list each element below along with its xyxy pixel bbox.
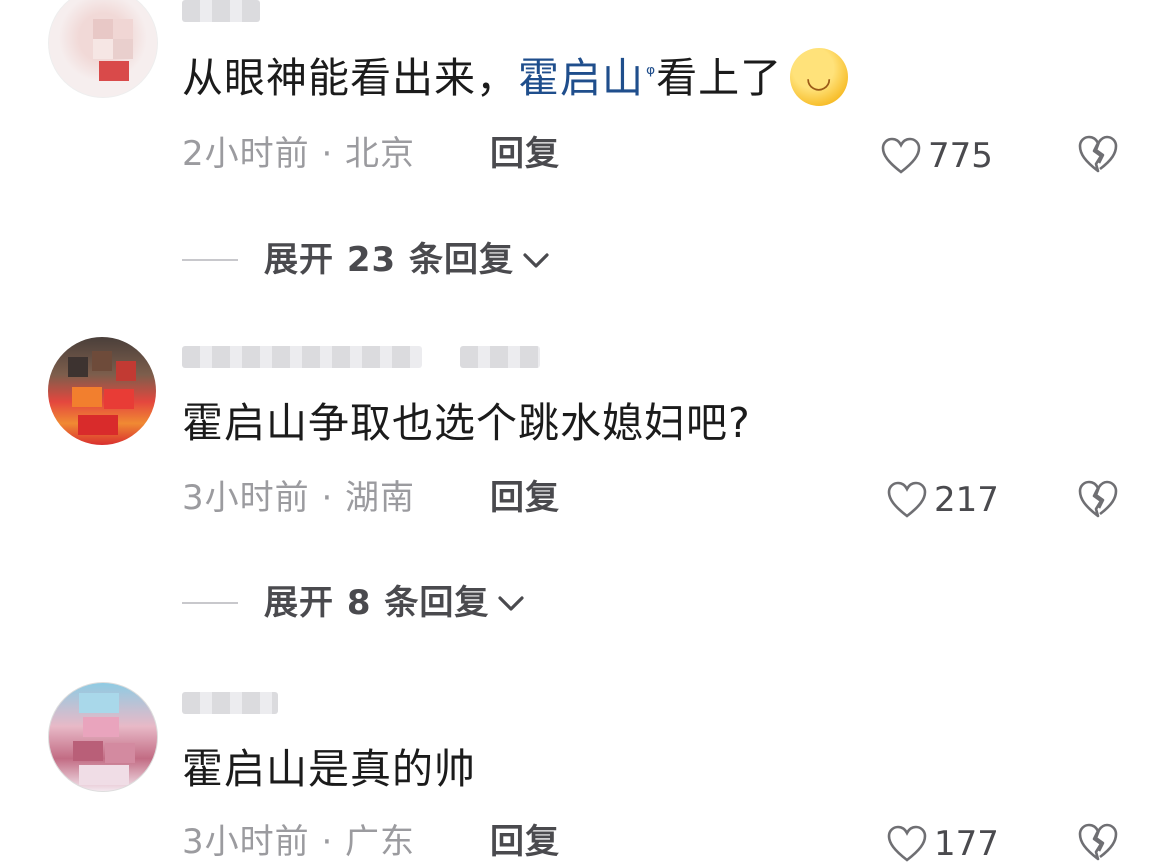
reply-button[interactable]: 回复 (490, 822, 560, 862)
avatar[interactable] (48, 337, 156, 445)
avatar[interactable] (48, 682, 158, 792)
like-button[interactable]: 217 (886, 480, 999, 520)
broken-heart-icon[interactable] (1076, 134, 1120, 174)
comment-text: 从眼神能看出来，霍启山ᵠ看上了 ◡ (182, 48, 849, 110)
username-blurred[interactable] (182, 692, 278, 714)
username-blurred[interactable] (182, 0, 260, 22)
comment-meta: 3小时前 · 湖南 (182, 478, 416, 518)
chevron-down-icon (498, 596, 524, 611)
like-button[interactable]: 775 (880, 136, 993, 176)
broken-heart-icon[interactable] (1076, 822, 1120, 862)
comment-meta: 2小时前 · 北京 (182, 134, 416, 174)
username-blurred[interactable] (182, 346, 422, 368)
topic-link[interactable]: 霍启山ᵠ (518, 54, 656, 102)
divider (182, 259, 238, 261)
reply-button[interactable]: 回复 (490, 134, 560, 174)
avatar[interactable] (48, 0, 158, 98)
like-button[interactable]: 177 (886, 824, 999, 864)
username-tag-blurred (460, 346, 540, 368)
like-count: 775 (928, 136, 993, 176)
like-count: 217 (934, 480, 999, 520)
chevron-down-icon (523, 253, 549, 268)
heart-icon (887, 825, 927, 862)
shy-smile-emoji-icon: ◡ (790, 48, 849, 106)
heart-icon (887, 481, 927, 518)
heart-icon (881, 137, 921, 174)
expand-replies-button[interactable]: 展开 23 条回复 (182, 240, 552, 280)
comment-text: 霍启山是真的帅 (182, 745, 476, 793)
like-count: 177 (934, 824, 999, 864)
divider (182, 602, 238, 604)
expand-replies-button[interactable]: 展开 8 条回复 (182, 583, 527, 623)
search-icon: ᵠ (646, 62, 657, 87)
comment-text: 霍启山争取也选个跳水媳妇吧? (182, 399, 751, 447)
reply-button[interactable]: 回复 (490, 478, 560, 518)
broken-heart-icon[interactable] (1076, 479, 1120, 519)
comment-meta: 3小时前 · 广东 (182, 822, 416, 862)
